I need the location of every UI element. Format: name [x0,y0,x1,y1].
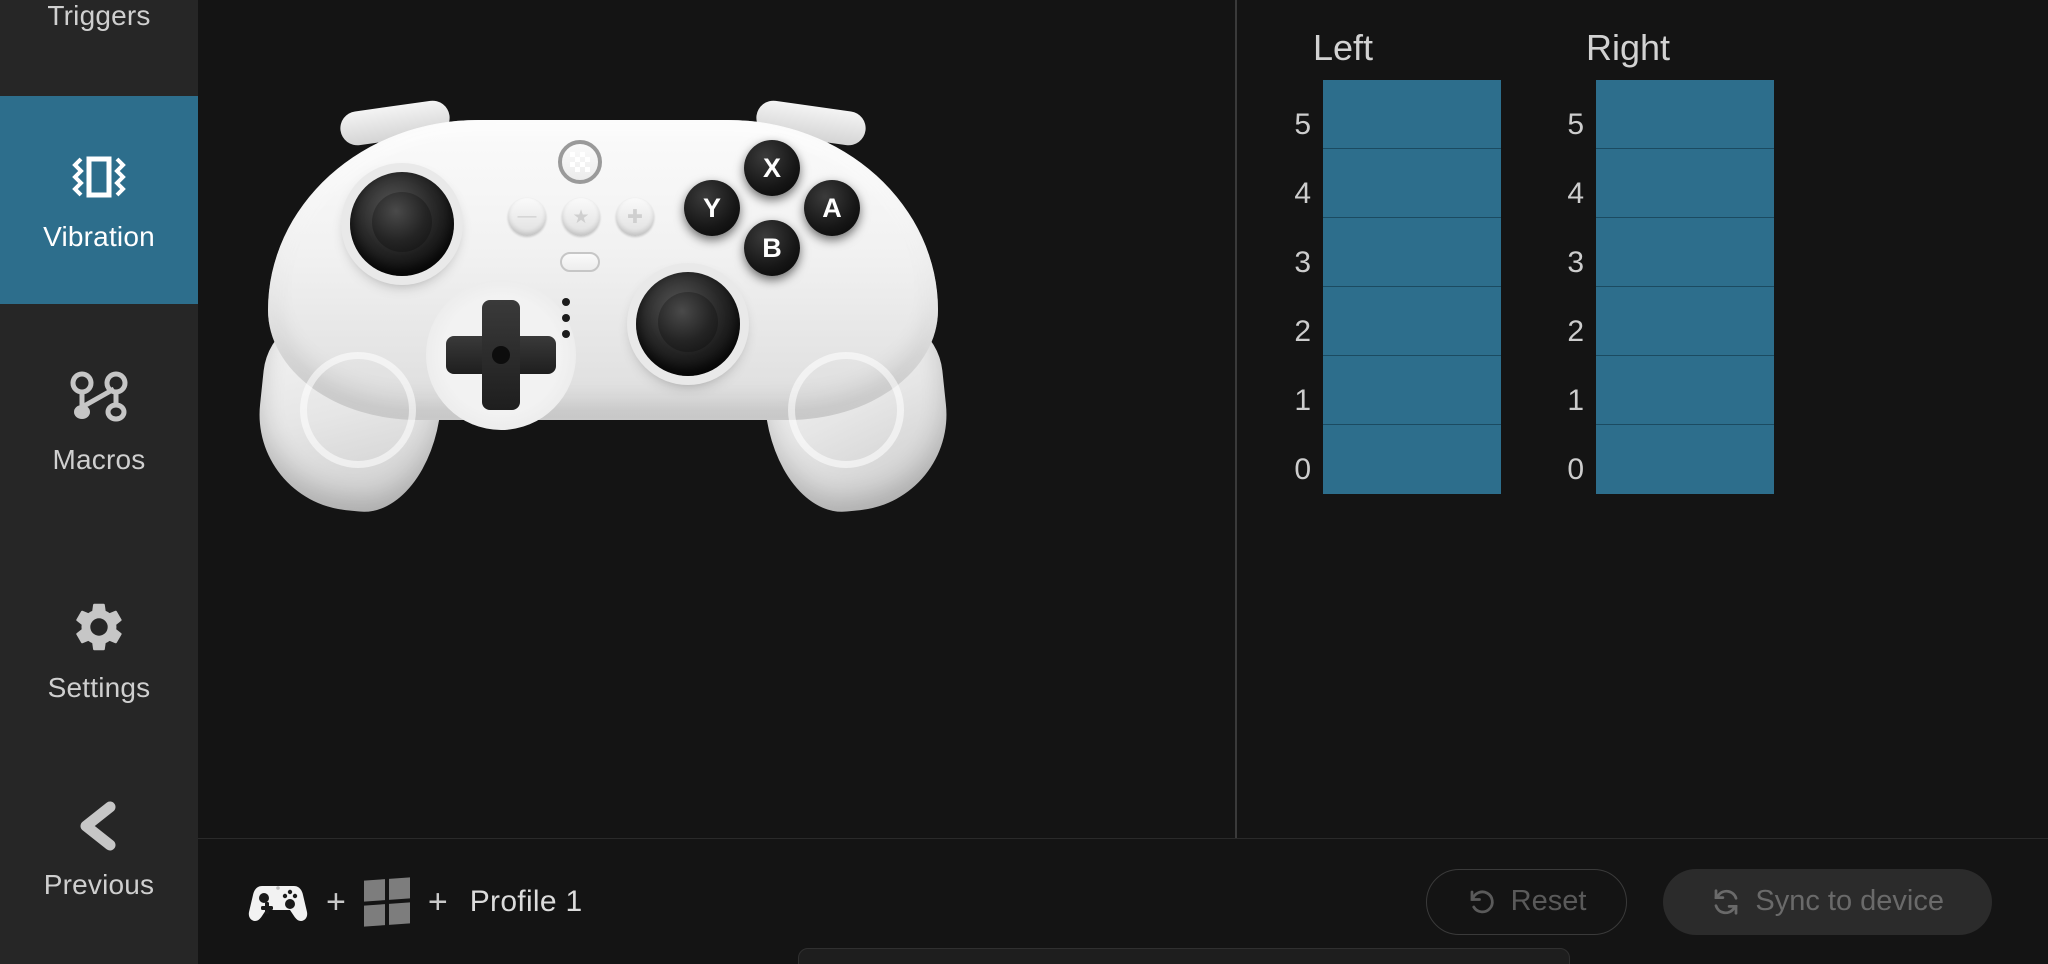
star-button: ★ [562,198,600,236]
button-x: X [744,140,800,196]
plus-button: ✚ [616,198,654,236]
gamepad-illustration: ― ★ ✚ X Y A B [250,98,956,520]
tick-label: 0 [1567,453,1584,486]
vibration-column-right: Right 5 4 3 2 1 0 [1548,30,1774,494]
bar-segment[interactable] [1323,425,1501,494]
bar-segment[interactable] [1596,80,1774,149]
sidebar: Triggers Vibration Macros Settings Previ… [0,0,198,964]
profile-name-label: Profile 1 [469,884,583,918]
sidebar-item-macros[interactable]: Macros [0,318,198,526]
sidebar-item-vibration[interactable]: Vibration [0,96,198,304]
vibration-icon [67,149,131,205]
app-window: Triggers Vibration Macros Settings Previ… [0,0,2048,964]
led-indicators [562,298,570,338]
sidebar-item-label: Previous [43,869,155,900]
sidebar-item-triggers[interactable]: Triggers [0,0,198,96]
select-button: ― [508,198,546,236]
dpad [446,300,556,410]
tick-label: 3 [1294,246,1311,279]
bar-segment[interactable] [1596,218,1774,287]
bar-body-left: 5 4 3 2 1 0 [1275,80,1501,494]
sync-button-label: Sync to device [1755,885,1944,917]
column-title-right: Right [1586,27,1671,68]
offscreen-panel-edge [798,948,1570,964]
tick-label: 4 [1567,177,1584,210]
bottom-toolbar: + + Profile 1 Reset Sync to device [198,838,2048,964]
plus-separator-2: + [427,882,448,921]
tick-label: 0 [1294,453,1311,486]
tick-label: 5 [1567,108,1584,141]
tick-label: 1 [1294,384,1311,417]
bar-segment[interactable] [1323,149,1501,218]
vibration-bar-right[interactable] [1596,80,1774,494]
reset-button-label: Reset [1510,885,1587,917]
scale-left: 5 4 3 2 1 0 [1275,80,1323,494]
bar-segment[interactable] [1596,287,1774,356]
tick-label: 2 [1294,315,1311,348]
tick-label: 4 [1294,177,1311,210]
pairing-button [560,252,600,272]
content-area: ― ★ ✚ X Y A B Left 5 4 3 2 1 0 Right 5 4… [198,0,2048,838]
button-b: B [744,220,800,276]
tick-label: 2 [1567,315,1584,348]
tick-label: 1 [1567,384,1584,417]
windows-logo-icon [363,876,410,927]
gamepad-icon [248,880,308,924]
sidebar-item-label: Vibration [43,221,155,252]
plus-separator-1: + [326,882,346,921]
column-title-left: Left [1313,27,1374,68]
home-button [558,140,602,184]
right-grip-ring [788,352,904,468]
vibration-levels-panel: Left 5 4 3 2 1 0 Right 5 4 3 2 1 0 [1235,0,2048,838]
tick-label: 5 [1294,108,1311,141]
reset-button[interactable]: Reset [1425,868,1628,935]
profile-selector[interactable]: + + Profile 1 [248,876,583,927]
bar-segment[interactable] [1323,80,1501,149]
sidebar-item-label: Macros [52,444,146,475]
undo-icon [1467,887,1497,917]
scale-right: 5 4 3 2 1 0 [1548,80,1596,494]
tick-label: 3 [1567,246,1584,279]
bar-body-right: 5 4 3 2 1 0 [1548,80,1774,494]
bar-segment[interactable] [1323,218,1501,287]
bar-segment[interactable] [1596,425,1774,494]
right-analog-stick [636,272,740,376]
sidebar-item-label: Triggers [47,0,151,31]
sidebar-item-label: Settings [47,672,151,703]
button-y: Y [684,180,740,236]
left-analog-stick [350,172,454,276]
sync-to-device-button[interactable]: Sync to device [1663,868,1992,935]
vibration-column-left: Left 5 4 3 2 1 0 [1275,30,1501,494]
bar-segment[interactable] [1596,149,1774,218]
toolbar-actions: Reset Sync to device [1425,868,1992,935]
home-grid-glyph [570,152,590,172]
vibration-bar-left[interactable] [1323,80,1501,494]
sidebar-item-previous[interactable]: Previous [0,754,198,944]
main-content: ― ★ ✚ X Y A B Left 5 4 3 2 1 0 Right 5 4… [198,0,2048,964]
chevron-left-icon [70,799,128,853]
sidebar-item-settings[interactable]: Settings [0,546,198,754]
left-grip-ring [300,352,416,468]
bar-segment[interactable] [1596,356,1774,425]
button-a: A [804,180,860,236]
bar-segment[interactable] [1323,356,1501,425]
controller-preview: ― ★ ✚ X Y A B [198,0,1235,838]
gear-icon [70,598,128,656]
sync-icon [1711,887,1741,917]
bar-segment[interactable] [1323,287,1501,356]
macros-icon [68,370,130,428]
